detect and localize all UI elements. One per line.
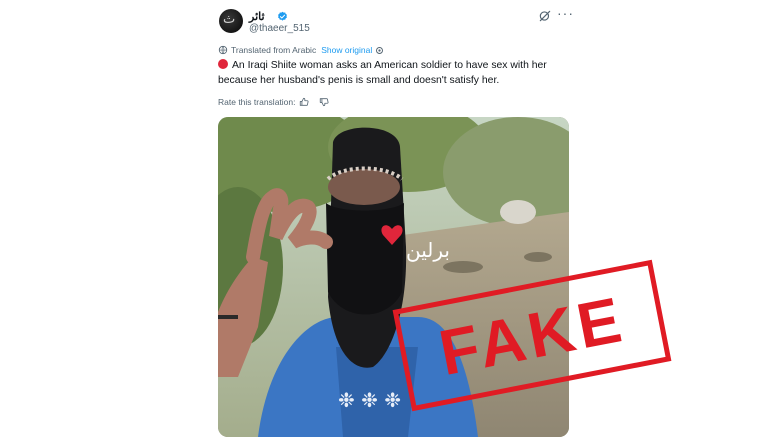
avatar[interactable]: ث xyxy=(219,9,243,33)
fake-stamp-text: FAKE xyxy=(433,282,631,389)
red-circle-emoji-icon xyxy=(218,59,228,69)
thumbs-up-icon[interactable] xyxy=(299,97,309,107)
svg-text:❉ ❉ ❉: ❉ ❉ ❉ xyxy=(338,388,401,412)
translation-row: Translated from Arabic Show original xyxy=(218,45,384,55)
author-handle[interactable]: @thaeer_515 xyxy=(249,23,310,34)
rate-translation-row: Rate this translation: xyxy=(218,97,329,107)
tweet-body: An Iraqi Shiite woman asks an American s… xyxy=(218,60,547,86)
more-icon[interactable]: ··· xyxy=(557,5,574,21)
rate-translation-label: Rate this translation: xyxy=(218,97,296,107)
translated-label: Translated from Arabic xyxy=(231,45,317,55)
avatar-glyph: ث xyxy=(223,12,236,27)
video-overlay-text: برلين xyxy=(406,238,450,262)
show-original-link[interactable]: Show original xyxy=(321,45,372,55)
verified-badge-icon xyxy=(278,11,287,21)
translate-icon xyxy=(218,45,228,55)
grok-icon[interactable] xyxy=(538,9,552,23)
thumbs-down-icon[interactable] xyxy=(319,97,329,107)
tweet-text: An Iraqi Shiite woman asks an American s… xyxy=(218,58,578,88)
settings-gear-icon[interactable] xyxy=(375,46,384,55)
author-display-name[interactable]: ثائر xyxy=(249,10,265,23)
